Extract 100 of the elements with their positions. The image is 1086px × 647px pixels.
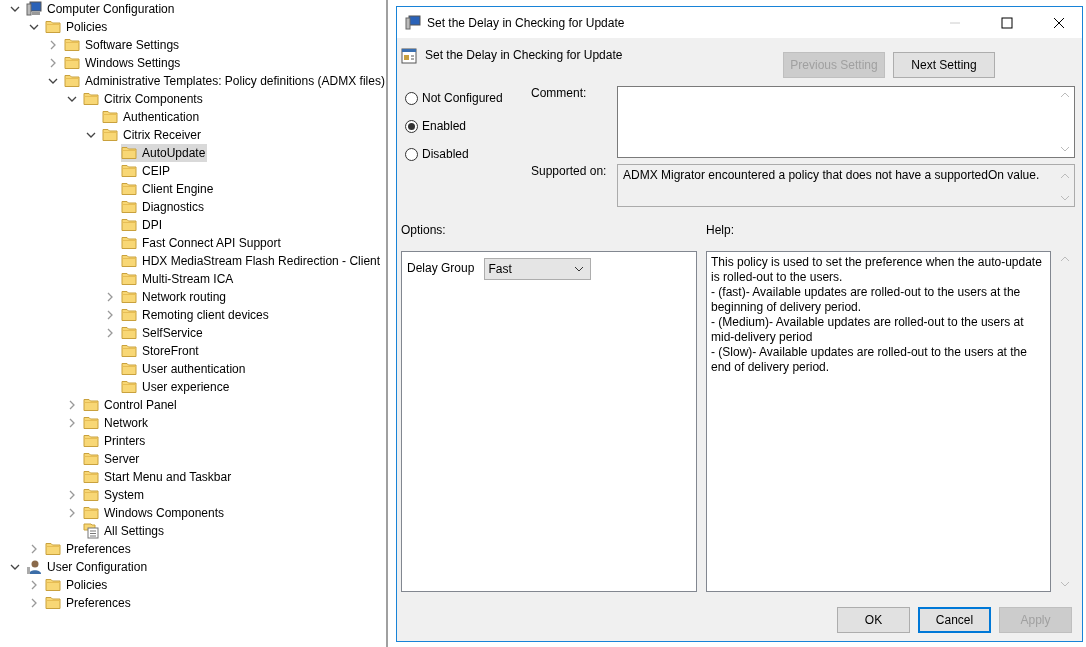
- folder-icon: [83, 433, 99, 449]
- maximize-icon[interactable]: [1001, 16, 1013, 29]
- folder-icon: [121, 361, 137, 377]
- help-label: Help:: [706, 223, 734, 239]
- scroll-down-icon[interactable]: [1060, 581, 1070, 588]
- tree-item[interactable]: Software Settings: [64, 36, 182, 54]
- tree-item[interactable]: Network: [83, 414, 150, 432]
- option-label: Delay Group: [407, 260, 475, 275]
- tree-item[interactable]: Policies: [45, 576, 110, 594]
- tree-item[interactable]: Remoting client devices: [121, 306, 271, 324]
- tree-item[interactable]: Printers: [83, 432, 148, 450]
- scroll-up-icon[interactable]: [1060, 91, 1070, 98]
- tree-item[interactable]: Citrix Components: [83, 90, 205, 108]
- radio-icon[interactable]: [405, 119, 418, 133]
- folder-icon: [83, 451, 99, 467]
- settings-list-icon: [83, 523, 99, 539]
- dialog-button[interactable]: OK: [837, 607, 910, 633]
- policy-setting-icon: [401, 48, 417, 64]
- tree-item[interactable]: Network routing: [121, 288, 229, 306]
- folder-icon: [83, 487, 99, 503]
- tree-item[interactable]: Start Menu and Taskbar: [83, 468, 234, 486]
- chevron-down-icon[interactable]: [8, 4, 22, 14]
- folder-icon: [121, 199, 137, 215]
- nav-button[interactable]: Next Setting: [893, 52, 995, 78]
- tree-item[interactable]: User authentication: [121, 360, 248, 378]
- supported-on-field: ADMX Migrator encountered a policy that does not have a supportedOn value.: [617, 164, 1075, 207]
- radio-label: Not Configured: [422, 91, 503, 105]
- computer-icon: [26, 1, 42, 17]
- tree-item[interactable]: System: [83, 486, 146, 504]
- tree-item[interactable]: Client Engine: [121, 180, 216, 198]
- policy-title: Set the Delay in Checking for Update: [425, 48, 624, 62]
- tree-item[interactable]: DPI: [121, 216, 164, 234]
- chevron-down-icon[interactable]: [84, 130, 98, 140]
- folder-icon: [45, 19, 61, 35]
- folder-icon: [83, 469, 99, 485]
- tree-item[interactable]: Authentication: [102, 108, 202, 126]
- tree-item[interactable]: Policies: [45, 18, 110, 36]
- scroll-down-icon[interactable]: [1060, 195, 1070, 202]
- tree-item[interactable]: Computer Configuration: [26, 0, 177, 18]
- radio-label: Disabled: [422, 147, 469, 161]
- tree-item[interactable]: Administrative Templates: Policy definitions (ADMX files): [64, 72, 387, 90]
- folder-icon: [64, 55, 80, 71]
- folder-icon: [121, 289, 137, 305]
- folder-icon: [83, 415, 99, 431]
- folder-icon: [64, 73, 80, 89]
- chevron-down-icon[interactable]: [8, 562, 22, 572]
- folder-icon: [83, 397, 99, 413]
- delay-group-dropdown[interactable]: Fast: [484, 258, 592, 280]
- folder-icon: [121, 307, 137, 323]
- scroll-up-icon[interactable]: [1060, 255, 1070, 262]
- tree-item[interactable]: Windows Components: [83, 504, 227, 522]
- comment-field[interactable]: [617, 86, 1075, 158]
- tree-item[interactable]: Control Panel: [83, 396, 179, 414]
- folder-icon: [121, 379, 137, 395]
- tree-item[interactable]: Citrix Receiver: [102, 126, 203, 144]
- tree-item[interactable]: SelfService: [121, 324, 205, 342]
- folder-icon: [45, 595, 61, 611]
- supported-label: Supported on:: [531, 164, 608, 180]
- tree-item[interactable]: Multi-Stream ICA: [121, 270, 236, 288]
- radio-option[interactable]: Disabled: [405, 146, 531, 162]
- tree-item[interactable]: HDX MediaStream Flash Redirection - Client: [121, 252, 383, 270]
- folder-icon: [102, 127, 118, 143]
- scroll-down-icon[interactable]: [1060, 146, 1070, 153]
- tree-item[interactable]: User Configuration: [26, 558, 150, 576]
- tree-item[interactable]: Diagnostics: [121, 198, 207, 216]
- comment-label: Comment:: [531, 86, 588, 102]
- folder-icon: [121, 181, 137, 197]
- folder-icon: [121, 145, 137, 161]
- close-icon[interactable]: [1053, 16, 1065, 29]
- tree-item[interactable]: Windows Settings: [64, 54, 183, 72]
- radio-icon[interactable]: [405, 91, 418, 105]
- folder-icon: [83, 91, 99, 107]
- computer-icon: [405, 14, 421, 31]
- chevron-down-icon[interactable]: [65, 94, 79, 104]
- user-icon: [26, 559, 42, 575]
- tree-item[interactable]: User experience: [121, 378, 232, 396]
- folder-icon: [121, 325, 137, 341]
- tree-item[interactable]: Fast Connect API Support: [121, 234, 283, 252]
- chevron-down-icon[interactable]: [27, 22, 41, 32]
- folder-icon: [121, 235, 137, 251]
- tree-item[interactable]: Preferences: [45, 540, 133, 558]
- folder-icon: [121, 271, 137, 287]
- tree-item[interactable]: AutoUpdate: [121, 144, 208, 162]
- radio-option[interactable]: Not Configured: [405, 90, 531, 106]
- dialog-button[interactable]: Cancel: [918, 607, 991, 633]
- folder-icon: [45, 577, 61, 593]
- folder-icon: [121, 217, 137, 233]
- radio-option[interactable]: Enabled: [405, 118, 531, 134]
- tree-item[interactable]: Preferences: [45, 594, 133, 612]
- tree-item[interactable]: StoreFront: [121, 342, 201, 360]
- tree-item[interactable]: Server: [83, 450, 142, 468]
- caret-icon: [574, 266, 585, 272]
- tree-item[interactable]: All Settings: [83, 522, 167, 540]
- tree-item[interactable]: CEIP: [121, 162, 172, 180]
- folder-icon: [64, 37, 80, 53]
- scroll-up-icon[interactable]: [1060, 172, 1070, 179]
- chevron-down-icon[interactable]: [46, 76, 60, 86]
- radio-label: Enabled: [422, 119, 467, 133]
- folder-icon: [45, 541, 61, 557]
- radio-icon[interactable]: [405, 147, 418, 161]
